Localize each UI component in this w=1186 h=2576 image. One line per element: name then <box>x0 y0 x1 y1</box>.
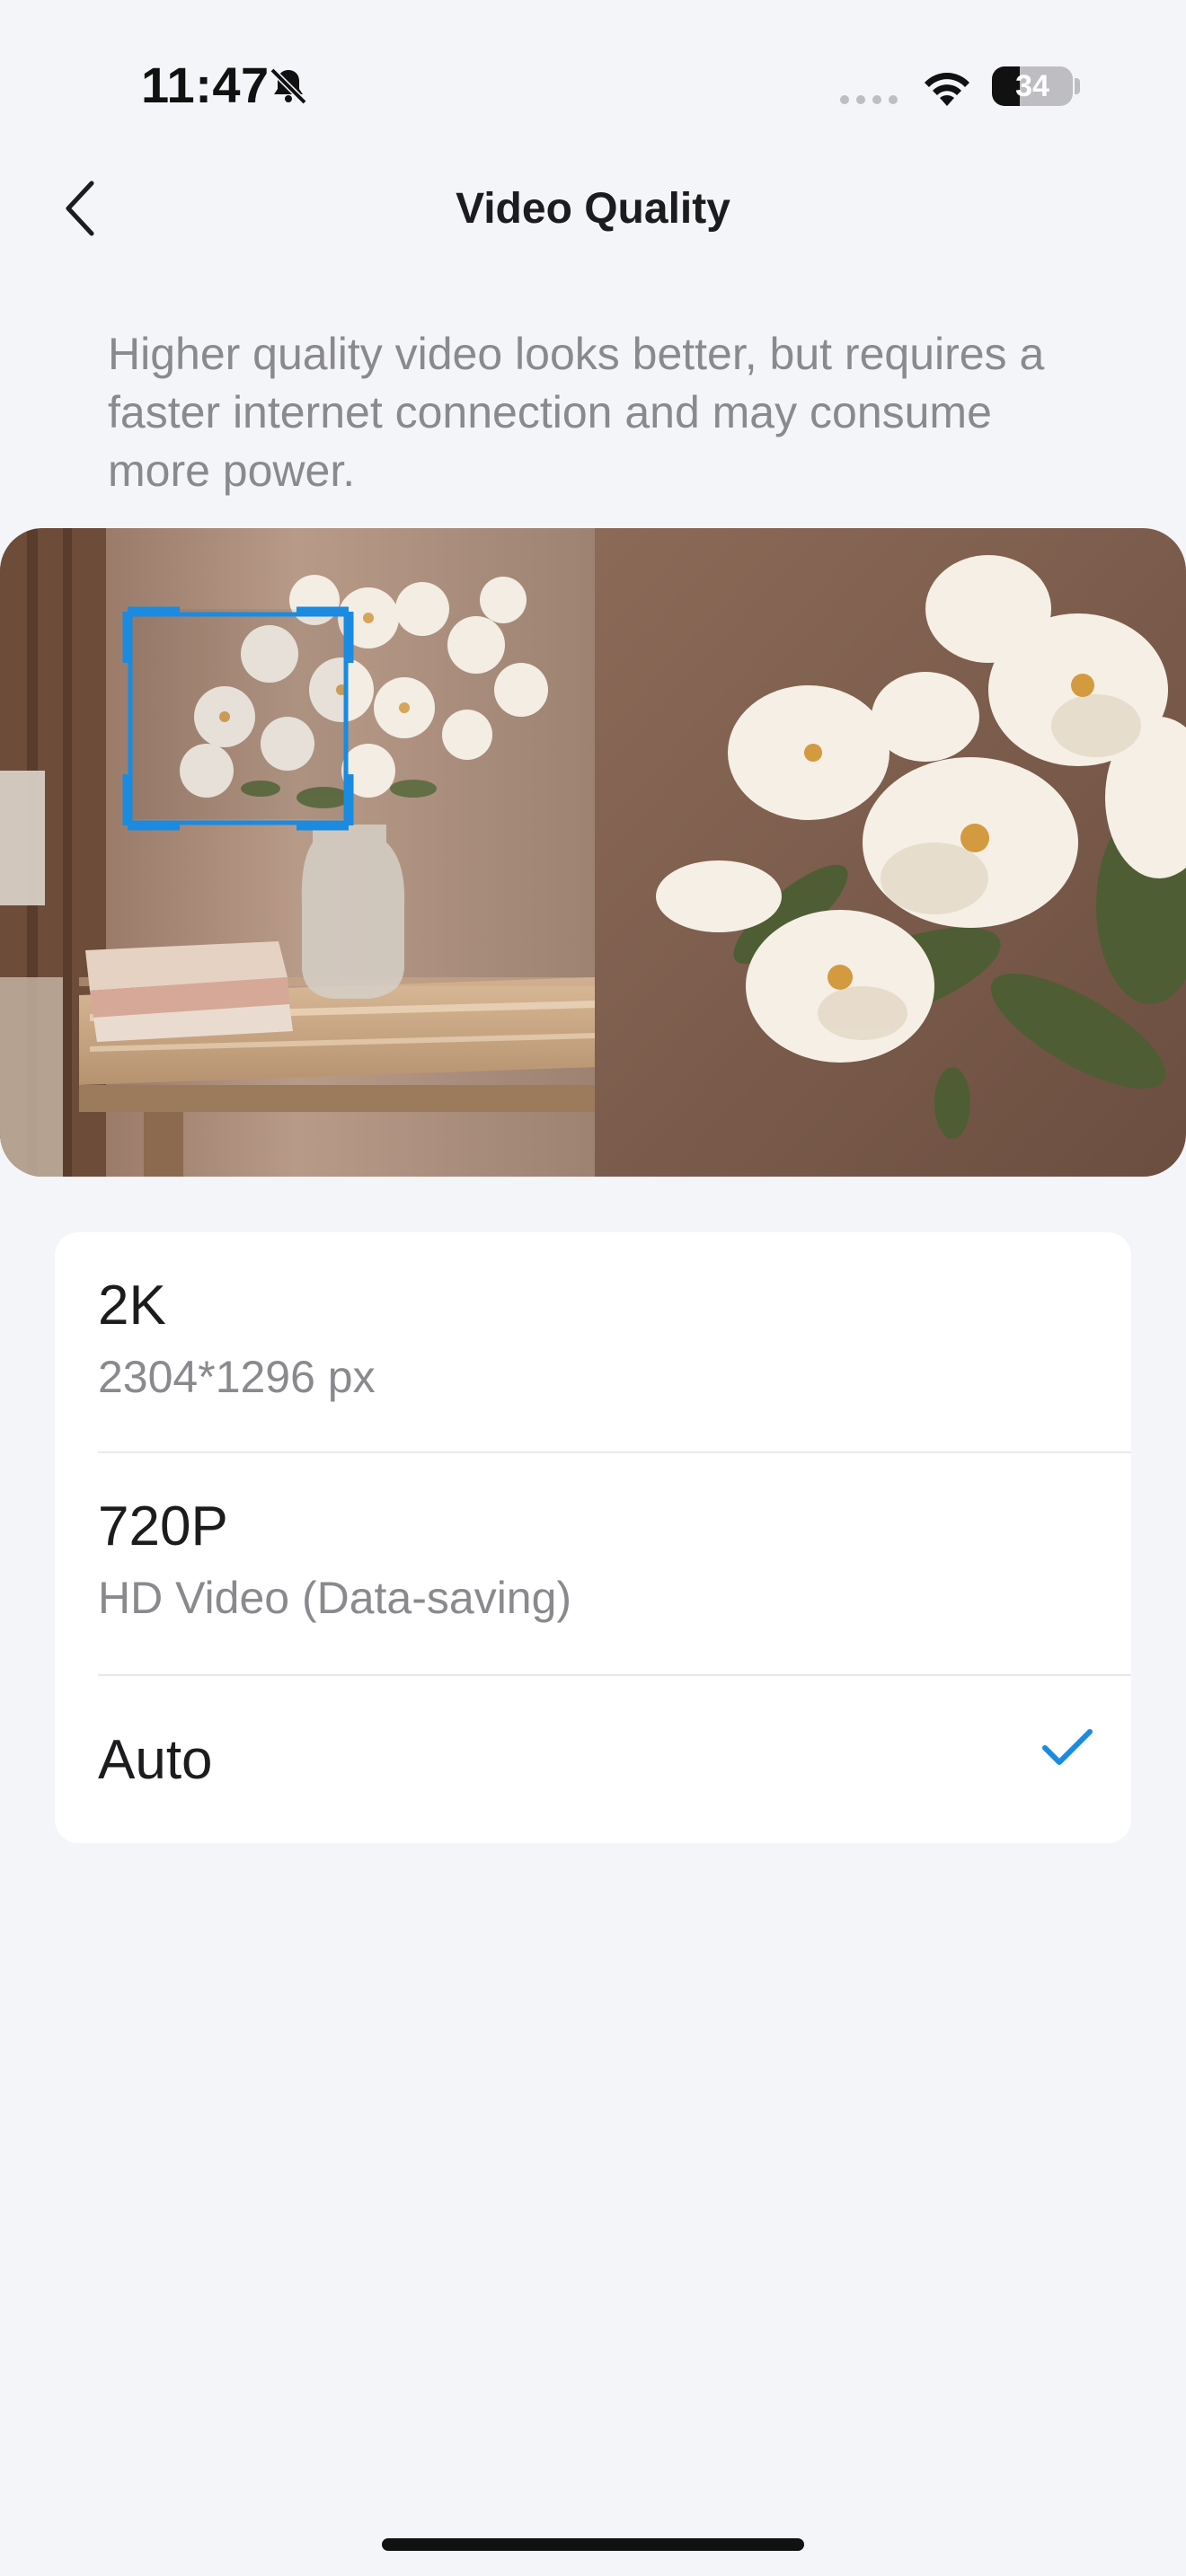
check-icon <box>1042 1729 1093 1765</box>
option-2k-subtitle: 2304*1296 px <box>98 1352 376 1402</box>
option-720p-subtitle: HD Video (Data-saving) <box>98 1573 572 1623</box>
battery-level-text: 34 <box>1015 69 1049 103</box>
right-zoom-scene <box>595 528 1186 1177</box>
status-time: 11:47 <box>141 57 270 113</box>
option-2k[interactable]: 2K 2304*1296 px <box>55 1232 1131 1453</box>
bell-off-icon <box>270 67 307 105</box>
option-auto[interactable]: Auto <box>55 1676 1131 1843</box>
wifi-icon <box>925 73 969 106</box>
option-720p-title: 720P <box>98 1495 228 1557</box>
video-quality-preview <box>0 528 1186 1177</box>
quality-options-list: 2K 2304*1296 px 720P HD Video (Data-savi… <box>55 1232 1131 1843</box>
preview-illustration <box>0 528 1186 1177</box>
option-2k-title: 2K <box>98 1275 166 1337</box>
option-720p[interactable]: 720P HD Video (Data-saving) <box>55 1453 1131 1676</box>
signal-icon <box>840 95 898 104</box>
battery-cap <box>1075 78 1080 94</box>
home-indicator[interactable] <box>382 2538 804 2551</box>
page-title: Video Quality <box>456 185 730 233</box>
status-bar: 11:47 34 <box>0 0 1186 171</box>
option-auto-title: Auto <box>98 1729 213 1791</box>
battery-indicator: 34 <box>992 66 1073 106</box>
left-scene <box>0 528 596 1177</box>
description-text: Higher quality video looks better, but r… <box>108 329 1045 496</box>
